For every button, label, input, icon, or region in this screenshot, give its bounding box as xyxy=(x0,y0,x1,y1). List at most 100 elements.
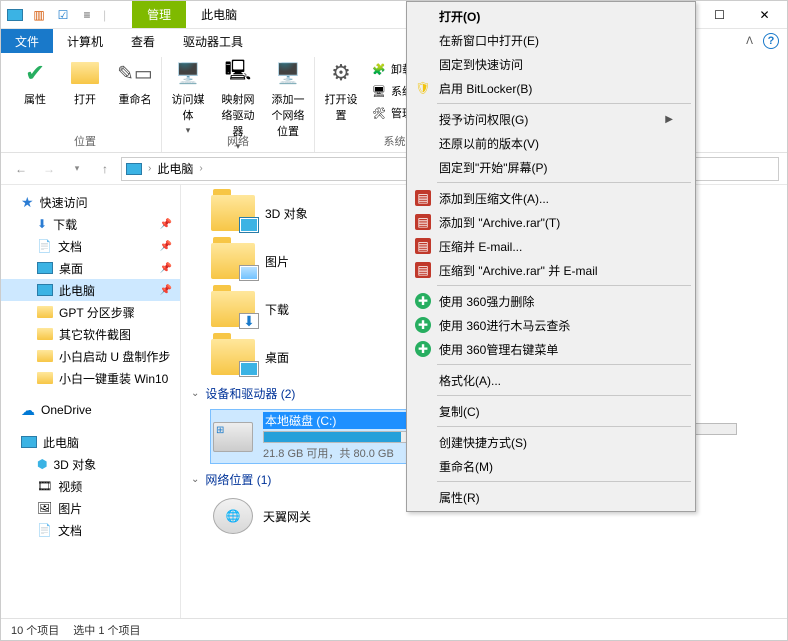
ctx-open-new-window[interactable]: 在新窗口中打开(E) xyxy=(409,28,693,52)
nav-recent-dropdown[interactable]: ▾ xyxy=(65,157,89,181)
folder-icon xyxy=(37,350,53,362)
document-icon: 📄 xyxy=(37,239,52,253)
address-chevron2-icon[interactable]: › xyxy=(199,163,202,174)
rar-icon: ▤ xyxy=(415,214,431,230)
ctx-pin-start[interactable]: 固定到"开始"屏幕(P) xyxy=(409,155,693,179)
ribbon-rename[interactable]: ✎▭重命名 xyxy=(115,57,155,107)
rar-icon: ▤ xyxy=(415,262,431,278)
chevron-down-icon: ⌄ xyxy=(191,474,199,485)
ctx-grant-access[interactable]: 授予访问权限(G)▶ xyxy=(409,107,693,131)
star-icon: ★ xyxy=(21,194,34,211)
ribbon-collapse-icon[interactable]: ᐱ xyxy=(746,36,753,47)
pin-icon: 📌 xyxy=(160,219,172,230)
ctx-properties[interactable]: 属性(R) xyxy=(409,485,693,509)
tree-xiaobai-reinstall[interactable]: 小白一键重装 Win10 xyxy=(1,367,180,389)
tree-gpt-folder[interactable]: GPT 分区步骤 xyxy=(1,301,180,323)
rar-icon: ▤ xyxy=(415,190,431,206)
close-button[interactable]: ✕ xyxy=(742,1,787,28)
tree-quick-access[interactable]: ★快速访问 xyxy=(1,191,180,213)
status-selected-count: 选中 1 个项目 xyxy=(73,622,140,638)
title-tab-thispc: 此电脑 xyxy=(186,1,252,28)
tree-this-pc-root[interactable]: 此电脑 xyxy=(1,431,180,453)
maximize-button[interactable]: ☐ xyxy=(697,1,742,28)
ribbon-group-network: 网络 xyxy=(227,131,249,151)
tab-view[interactable]: 查看 xyxy=(117,29,169,53)
tree-other-shots[interactable]: 其它软件截图 xyxy=(1,323,180,345)
ctx-create-shortcut[interactable]: 创建快捷方式(S) xyxy=(409,430,693,454)
tree-onedrive[interactable]: ☁OneDrive xyxy=(1,399,180,421)
ctx-pin-quick-access[interactable]: 固定到快速访问 xyxy=(409,52,693,76)
folder-icon xyxy=(37,306,53,318)
pin-icon: 📌 xyxy=(160,241,172,252)
tree-3d-objects[interactable]: ⬢3D 对象 xyxy=(1,453,180,475)
nav-tree: ★快速访问 ⬇下载📌 📄文档📌 桌面📌 此电脑📌 GPT 分区步骤 其它软件截图… xyxy=(1,185,181,618)
tree-pictures[interactable]: 🖼图片 xyxy=(1,497,180,519)
pc-icon xyxy=(21,436,37,448)
desktop-icon xyxy=(37,262,53,274)
tree-this-pc[interactable]: 此电脑📌 xyxy=(1,279,180,301)
chevron-right-icon: ▶ xyxy=(665,114,673,125)
tab-drive-tools[interactable]: 驱动器工具 xyxy=(169,29,257,53)
globe-icon: 🌐 xyxy=(213,498,253,534)
ctx-rename[interactable]: 重命名(M) xyxy=(409,454,693,478)
folder-icon xyxy=(37,328,53,340)
cloud-icon: ☁ xyxy=(21,402,35,419)
explorer-icon xyxy=(7,7,23,23)
tree-desktop[interactable]: 桌面📌 xyxy=(1,257,180,279)
ribbon-open-settings[interactable]: ⚙打开设置 xyxy=(321,57,361,123)
netloc-gateway[interactable]: 🌐 天翼网关 xyxy=(211,496,313,536)
tree-xiaobai-usb[interactable]: 小白启动 U 盘制作步 xyxy=(1,345,180,367)
360-icon: ✚ xyxy=(415,317,431,333)
drive-icon: ⊞ xyxy=(213,422,253,452)
help-icon[interactable]: ? xyxy=(763,33,779,49)
ribbon-group-location: 位置 xyxy=(74,131,96,151)
folder-icon: ⬇ xyxy=(211,291,255,327)
360-icon: ✚ xyxy=(415,293,431,309)
nav-back[interactable]: ← xyxy=(9,157,33,181)
tree-documents[interactable]: 📄文档📌 xyxy=(1,235,180,257)
ctx-360-menu[interactable]: ✚使用 360管理右键菜单 xyxy=(409,337,693,361)
ribbon-properties[interactable]: ✔属性 xyxy=(15,57,55,107)
ctx-360-delete[interactable]: ✚使用 360强力删除 xyxy=(409,289,693,313)
ribbon-group-system: 系统 xyxy=(384,131,406,151)
nav-forward[interactable]: → xyxy=(37,157,61,181)
tree-videos[interactable]: 🎞视频 xyxy=(1,475,180,497)
netloc-label: 天翼网关 xyxy=(263,508,311,525)
download-icon: ⬇ xyxy=(37,217,47,231)
qat-divider: | xyxy=(103,8,106,22)
ctx-copy[interactable]: 复制(C) xyxy=(409,399,693,423)
ctx-compress-email[interactable]: ▤压缩并 E-mail... xyxy=(409,234,693,258)
rar-icon: ▤ xyxy=(415,238,431,254)
ctx-compress-archive-email[interactable]: ▤压缩到 "Archive.rar" 并 E-mail xyxy=(409,258,693,282)
pc-icon xyxy=(37,284,53,296)
ribbon-access-media[interactable]: 🖥️访问媒体▾ xyxy=(168,57,208,136)
status-item-count: 10 个项目 xyxy=(11,622,59,638)
ribbon-add-netloc[interactable]: 🖥️添加一个网络位置 xyxy=(268,57,308,139)
qat-check-icon[interactable]: ☑ xyxy=(55,7,71,23)
tree-downloads[interactable]: ⬇下载📌 xyxy=(1,213,180,235)
ctx-restore-versions[interactable]: 还原以前的版本(V) xyxy=(409,131,693,155)
shield-icon: 🛡 xyxy=(415,80,431,96)
title-tab-manage[interactable]: 管理 xyxy=(132,1,186,28)
nav-up[interactable]: ↑ xyxy=(93,157,117,181)
ctx-open[interactable]: 打开(O) xyxy=(409,4,693,28)
tab-file[interactable]: 文件 xyxy=(1,29,53,53)
folder-icon xyxy=(211,339,255,375)
ctx-add-archive[interactable]: ▤添加到压缩文件(A)... xyxy=(409,186,693,210)
tab-computer[interactable]: 计算机 xyxy=(53,29,117,53)
ctx-add-archive-rar[interactable]: ▤添加到 "Archive.rar"(T) xyxy=(409,210,693,234)
address-text[interactable]: 此电脑 xyxy=(157,160,193,177)
ribbon-open[interactable]: 打开 xyxy=(65,57,105,107)
ctx-bitlocker[interactable]: 🛡启用 BitLocker(B) xyxy=(409,76,693,100)
qat-dropdown-icon[interactable]: ≡ xyxy=(79,7,95,23)
ctx-360-trojan[interactable]: ✚使用 360进行木马云查杀 xyxy=(409,313,693,337)
address-chevron-icon[interactable]: › xyxy=(148,163,151,174)
ctx-format[interactable]: 格式化(A)... xyxy=(409,368,693,392)
chevron-down-icon: ⌄ xyxy=(191,388,199,399)
video-icon: 🎞 xyxy=(37,479,52,493)
tree-documents2[interactable]: 📄文档 xyxy=(1,519,180,541)
pin-icon: 📌 xyxy=(160,285,172,296)
qat-pin-icon[interactable]: ▥ xyxy=(31,7,47,23)
document-icon: 📄 xyxy=(37,523,52,537)
cube-icon: ⬢ xyxy=(37,457,47,471)
